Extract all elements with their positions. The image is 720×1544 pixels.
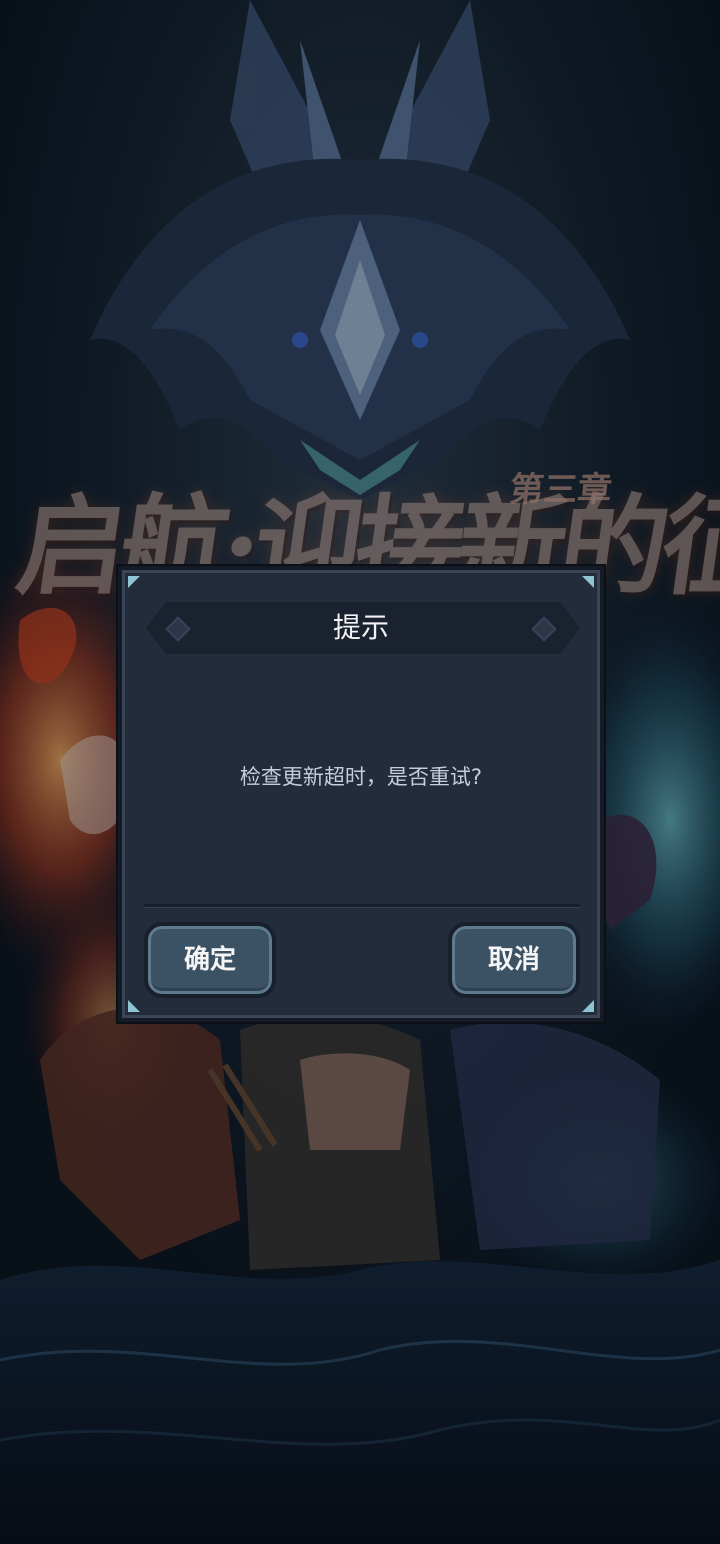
corner-ornament-icon <box>128 576 140 588</box>
corner-ornament-icon <box>582 576 594 588</box>
update-timeout-dialog: 提示 检查更新超时，是否重试? 确定 取消 <box>118 566 604 1022</box>
corner-ornament-icon <box>582 1000 594 1012</box>
game-screen: 启航·迎接新的征程 第三章 提示 检查更新超时，是否重试? 确定 取消 <box>0 0 720 1544</box>
dialog-message: 检查更新超时，是否重试? <box>239 765 483 789</box>
corner-ornament-icon <box>128 1000 140 1012</box>
cancel-button[interactable]: 取消 <box>448 922 580 998</box>
dialog-divider <box>144 904 580 908</box>
dialog-title: 提示 <box>332 611 389 644</box>
confirm-button[interactable]: 确定 <box>144 922 276 998</box>
